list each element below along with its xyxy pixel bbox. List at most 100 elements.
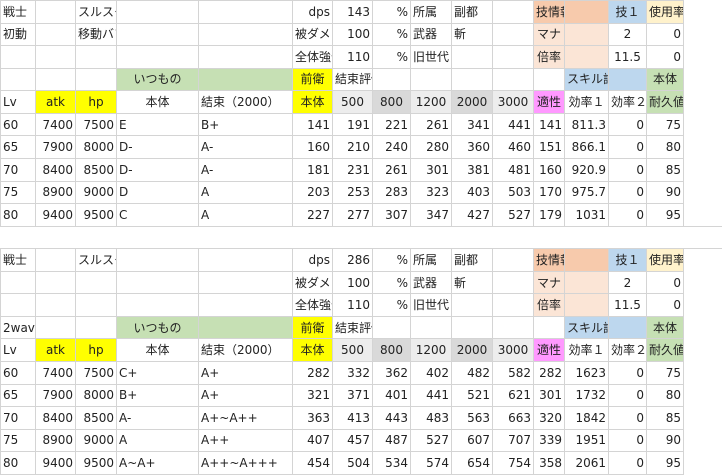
sheet2-row-cell-6[interactable]: 413 [333, 407, 373, 430]
sheet2-r3-cell-9[interactable] [452, 294, 493, 317]
sheet1-row-cell-12[interactable]: 920.9 [565, 158, 609, 181]
sheet1-row-cell-3[interactable]: E [117, 113, 199, 136]
sheet2-r1-cell-2[interactable]: スルスタン [76, 249, 117, 272]
sheet1-row-cell-8[interactable]: 280 [411, 136, 452, 159]
sheet2-r2-cell-9[interactable]: 斬 [452, 271, 493, 294]
sheet2-r3-cell-1[interactable] [36, 294, 76, 317]
sheet1-row-cell-9[interactable]: 381 [452, 158, 493, 181]
sheet2-r3-cell-3[interactable] [117, 294, 199, 317]
sheet1-row-cell-10[interactable]: 527 [493, 204, 534, 227]
sheet1-row-cell-4[interactable]: A [199, 181, 293, 204]
sheet1-r1-cell-13[interactable]: 技１ [609, 1, 647, 24]
sheet1-row-cell-2[interactable]: 8000 [76, 136, 117, 159]
sheet2-header1-cell-7[interactable] [373, 316, 411, 339]
sheet2-row-cell-6[interactable]: 371 [333, 384, 373, 407]
sheet1-header2-cell-8[interactable]: 1200 [411, 91, 452, 114]
sheet1-r3-cell-11[interactable]: 倍率 [534, 46, 565, 69]
sheet1-row-cell-11[interactable]: 151 [534, 136, 565, 159]
sheet2-row-cell-5[interactable]: 407 [293, 429, 333, 452]
sheet1-r3-cell-5[interactable]: 全体強化率 [293, 46, 333, 69]
sheet2-row-cell-11[interactable]: 339 [534, 429, 565, 452]
sheet2-row-cell-10[interactable]: 621 [493, 384, 534, 407]
sheet1-row-cell-6[interactable]: 277 [333, 204, 373, 227]
sheet2-row-cell-4[interactable]: A+~A++ [199, 407, 293, 430]
sheet2-r2-cell-11[interactable]: マナ [534, 271, 565, 294]
sheet2-r2-cell-10[interactable] [493, 271, 534, 294]
sheet1-row-cell-10[interactable]: 503 [493, 181, 534, 204]
sheet2-r2-cell-15[interactable]: 0 [647, 271, 684, 294]
sheet2-header1-cell-13[interactable] [609, 316, 647, 339]
sheet2-row-cell-0[interactable]: 80 [1, 452, 36, 475]
sheet1-row-cell-1[interactable]: 9400 [36, 204, 76, 227]
sheet2-r1-cell-10[interactable] [493, 249, 534, 272]
sheet2-row-cell-4[interactable]: A++ [199, 429, 293, 452]
sheet2-r2-cell-5[interactable]: 被ダメ [293, 271, 333, 294]
sheet2-row-cell-15[interactable]: 85 [647, 407, 684, 430]
sheet1-r1-cell-4[interactable] [199, 1, 293, 24]
sheet2-row-cell-5[interactable]: 282 [293, 362, 333, 385]
sheet1-header2-cell-7[interactable]: 800 [373, 91, 411, 114]
sheet1-row-cell-13[interactable]: 0 [609, 136, 647, 159]
sheet1-r3-cell-9[interactable] [452, 46, 493, 69]
sheet2-row-cell-12[interactable]: 1732 [565, 384, 609, 407]
sheet2-row-cell-8[interactable]: 441 [411, 384, 452, 407]
sheet1-r2-cell-7[interactable]: % [373, 23, 411, 46]
sheet1-r1-cell-9[interactable]: 副都 [452, 1, 493, 24]
sheet2-row-cell-5[interactable]: 363 [293, 407, 333, 430]
sheet1-header1-cell-8[interactable] [411, 68, 452, 91]
sheet2-header2-cell-8[interactable]: 1200 [411, 339, 452, 362]
sheet2-header2-cell-3[interactable]: 本体 [117, 339, 199, 362]
sheet2-row-cell-13[interactable]: 0 [609, 362, 647, 385]
sheet2-header2-cell-4[interactable]: 結束（2000） [199, 339, 293, 362]
sheet1-row-cell-2[interactable]: 9500 [76, 204, 117, 227]
sheet1-r1-cell-1[interactable] [36, 1, 76, 24]
sheet2-row-cell-3[interactable]: A~A+ [117, 452, 199, 475]
sheet2-row-cell-10[interactable]: 663 [493, 407, 534, 430]
sheet1-r3-cell-7[interactable]: % [373, 46, 411, 69]
sheet2-r1-cell-3[interactable] [117, 249, 199, 272]
sheet2-row-cell-8[interactable]: 483 [411, 407, 452, 430]
sheet1-r2-cell-6[interactable]: 100 [333, 23, 373, 46]
sheet2-header1-cell-11[interactable] [534, 316, 565, 339]
sheet1-row-cell-2[interactable]: 8500 [76, 158, 117, 181]
sheet1-row-cell-4[interactable]: B+ [199, 113, 293, 136]
sheet1-row-cell-0[interactable]: 60 [1, 113, 36, 136]
sheet1-row-cell-9[interactable]: 360 [452, 136, 493, 159]
sheet2-row-cell-9[interactable]: 654 [452, 452, 493, 475]
sheet2-r3-cell-7[interactable]: % [373, 294, 411, 317]
sheet2-row-cell-7[interactable]: 443 [373, 407, 411, 430]
sheet2-header1-cell-10[interactable] [493, 316, 534, 339]
sheet1-r2-cell-10[interactable] [493, 23, 534, 46]
sheet1-r1-cell-7[interactable]: % [373, 1, 411, 24]
sheet2-header1-cell-8[interactable] [411, 316, 452, 339]
sheet1-header1-cell-15[interactable]: 本体 [647, 68, 684, 91]
sheet2-header1-cell-5[interactable]: 前衛 [293, 316, 333, 339]
sheet1-row-cell-9[interactable]: 403 [452, 181, 493, 204]
sheet1-header2-cell-10[interactable]: 3000 [493, 91, 534, 114]
sheet2-r3-cell-8[interactable]: 旧世代 [411, 294, 452, 317]
sheet1-r3-cell-1[interactable] [36, 46, 76, 69]
sheet1-r2-cell-5[interactable]: 被ダメ [293, 23, 333, 46]
sheet2-header2-cell-1[interactable]: atk [36, 339, 76, 362]
sheet1-r1-cell-6[interactable]: 143 [333, 1, 373, 24]
sheet2-row-cell-4[interactable]: A++~A+++ [199, 452, 293, 475]
sheet1-row-cell-13[interactable]: 0 [609, 113, 647, 136]
sheet1-header2-cell-12[interactable]: 効率１ [565, 91, 609, 114]
sheet2-row-cell-0[interactable]: 60 [1, 362, 36, 385]
sheet2-r2-cell-7[interactable]: % [373, 271, 411, 294]
sheet1-row-cell-3[interactable]: D [117, 181, 199, 204]
sheet2-row-cell-3[interactable]: B+ [117, 384, 199, 407]
sheet2-header1-cell-6[interactable]: 結束評価(純性能総計に対応) [333, 316, 373, 339]
sheet1-row-cell-9[interactable]: 341 [452, 113, 493, 136]
sheet2-header2-cell-6[interactable]: 500 [333, 339, 373, 362]
sheet1-header1-cell-11[interactable] [534, 68, 565, 91]
sheet2-row-cell-11[interactable]: 301 [534, 384, 565, 407]
sheet2-r1-cell-15[interactable]: 使用率 [647, 249, 684, 272]
sheet1-row-cell-11[interactable]: 141 [534, 113, 565, 136]
sheet2-row-cell-2[interactable]: 9500 [76, 452, 117, 475]
sheet1-header1-cell-1[interactable] [36, 68, 76, 91]
sheet1-header2-cell-0[interactable]: Lv [1, 91, 36, 114]
sheet1-r2-cell-9[interactable]: 斬 [452, 23, 493, 46]
sheet1-header1-cell-5[interactable]: 前衛 [293, 68, 333, 91]
sheet1-r3-cell-4[interactable] [199, 46, 293, 69]
